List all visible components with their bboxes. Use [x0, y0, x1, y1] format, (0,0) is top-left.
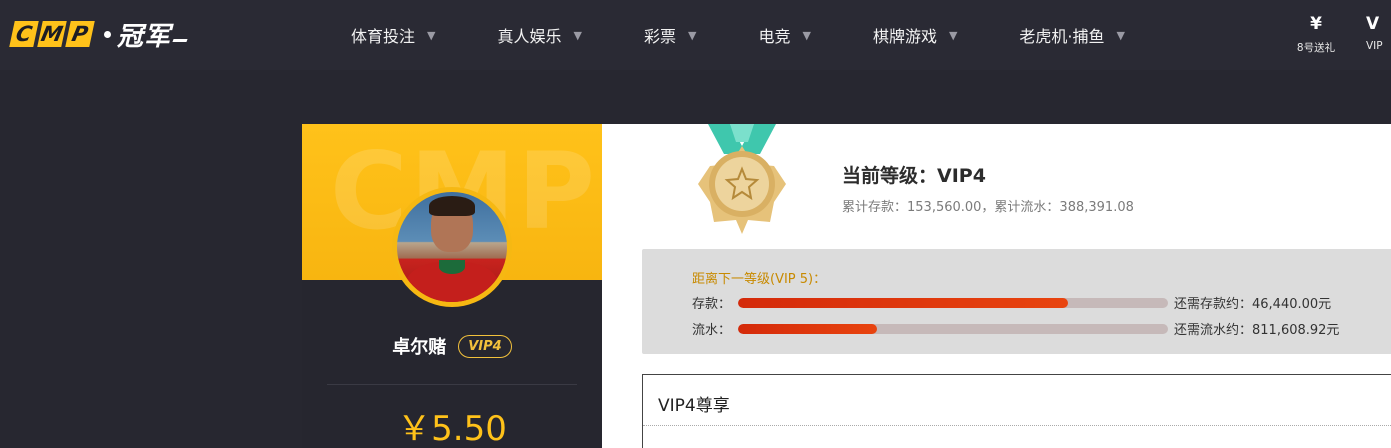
turnover-progress-fill	[738, 323, 878, 334]
vip-panel: 当前等级：VIP4 累计存款：153,560.00，累计流水：388,391.0…	[602, 124, 1391, 448]
avatar-hair	[429, 196, 475, 216]
logo-dash	[172, 38, 188, 42]
logo-letter-m: M	[37, 21, 67, 47]
chevron-down-icon: ▼	[802, 28, 811, 42]
nav-label: 体育投注	[351, 27, 416, 46]
logo-letter-p: P	[65, 21, 95, 47]
chevron-down-icon: ▼	[948, 28, 958, 42]
logo-brand-name: 冠军	[117, 21, 172, 52]
username-row: 卓尔赌 VIP4	[302, 333, 602, 359]
avatar[interactable]	[392, 187, 512, 307]
avatar-photo	[397, 192, 507, 302]
nav-label: 老虎机·捕鱼	[1019, 27, 1105, 46]
turnover-remaining: 还需流水约：811,608.92元	[1174, 323, 1340, 338]
nav-item-slots-fishing[interactable]: 老虎机·捕鱼 ▼	[1003, 0, 1141, 70]
progress-label: 流水：	[692, 323, 732, 338]
promo-vip[interactable]: V VIP	[1366, 14, 1391, 52]
progress-label: 存款：	[692, 297, 732, 312]
coupon-icon: ¥	[1310, 14, 1322, 34]
profile-card: CMP 卓尔赌 VIP4 ￥5.50	[302, 124, 602, 448]
next-level-progress: 距离下一等级(VIP 5)： 存款： 还需存款约：46,440.00元 流水： …	[642, 249, 1391, 354]
nav-item-sports[interactable]: 体育投注 ▼	[335, 0, 451, 70]
next-level-title: 距离下一等级(VIP 5)：	[692, 272, 827, 287]
username: 卓尔赌	[392, 337, 447, 358]
privileges-title: VIP4尊享	[658, 396, 730, 416]
promo-label: 8号送礼	[1296, 42, 1336, 54]
account-balance: ￥5.50	[397, 409, 507, 448]
nav-item-card-games[interactable]: 棋牌游戏 ▼	[857, 0, 973, 70]
chevron-down-icon: ▼	[427, 28, 436, 42]
vip-icon: V	[1366, 14, 1380, 34]
nav-label: 电竞	[758, 27, 791, 46]
promo-label: VIP	[1366, 40, 1383, 52]
turnover-progress-track	[738, 323, 1168, 334]
accumulated-stats: 累计存款：153,560.00，累计流水：388,391.08	[842, 200, 1134, 215]
nav-item-live-casino[interactable]: 真人娱乐 ▼	[481, 0, 597, 70]
chevron-down-icon: ▼	[1116, 28, 1125, 42]
nav-item-lottery[interactable]: 彩票 ▼	[628, 0, 712, 70]
nav-item-esports[interactable]: 电竞 ▼	[742, 0, 826, 70]
brand-logo[interactable]: C M P 冠军	[9, 17, 188, 52]
vip-medal-icon	[698, 124, 786, 234]
deposit-progress-track	[738, 297, 1168, 308]
nav-label: 棋牌游戏	[872, 27, 937, 46]
deposit-progress-row: 存款： 还需存款约：46,440.00元	[692, 293, 1331, 312]
deposit-progress-fill	[738, 297, 1069, 308]
main-nav: 体育投注 ▼ 真人娱乐 ▼ 彩票 ▼ 电竞 ▼ 棋牌游戏 ▼ 老虎机·捕鱼 ▼	[335, 0, 1171, 70]
chevron-down-icon: ▼	[687, 28, 697, 42]
top-header: C M P 冠军 体育投注 ▼ 真人娱乐 ▼ 彩票 ▼ 电竞 ▼ 棋牌游戏 ▼ …	[0, 0, 1391, 70]
dotted-divider	[643, 425, 1391, 426]
vip-level-badge: VIP4	[458, 334, 512, 358]
deposit-remaining: 还需存款约：46,440.00元	[1174, 297, 1332, 312]
nav-label: 真人娱乐	[497, 27, 562, 46]
vip-privileges: VIP4尊享	[642, 374, 1391, 448]
logo-dot	[104, 30, 111, 38]
divider	[327, 384, 577, 385]
turnover-progress-row: 流水： 还需流水约：811,608.92元	[692, 319, 1339, 338]
chevron-down-icon: ▼	[573, 28, 582, 42]
nav-label: 彩票	[643, 27, 676, 46]
current-level-title: 当前等级：VIP4	[842, 165, 986, 187]
logo-letter-c: C	[9, 21, 39, 47]
avatar-collar	[439, 260, 465, 274]
promo-gift-8th[interactable]: ¥ 8号送礼	[1286, 14, 1346, 55]
